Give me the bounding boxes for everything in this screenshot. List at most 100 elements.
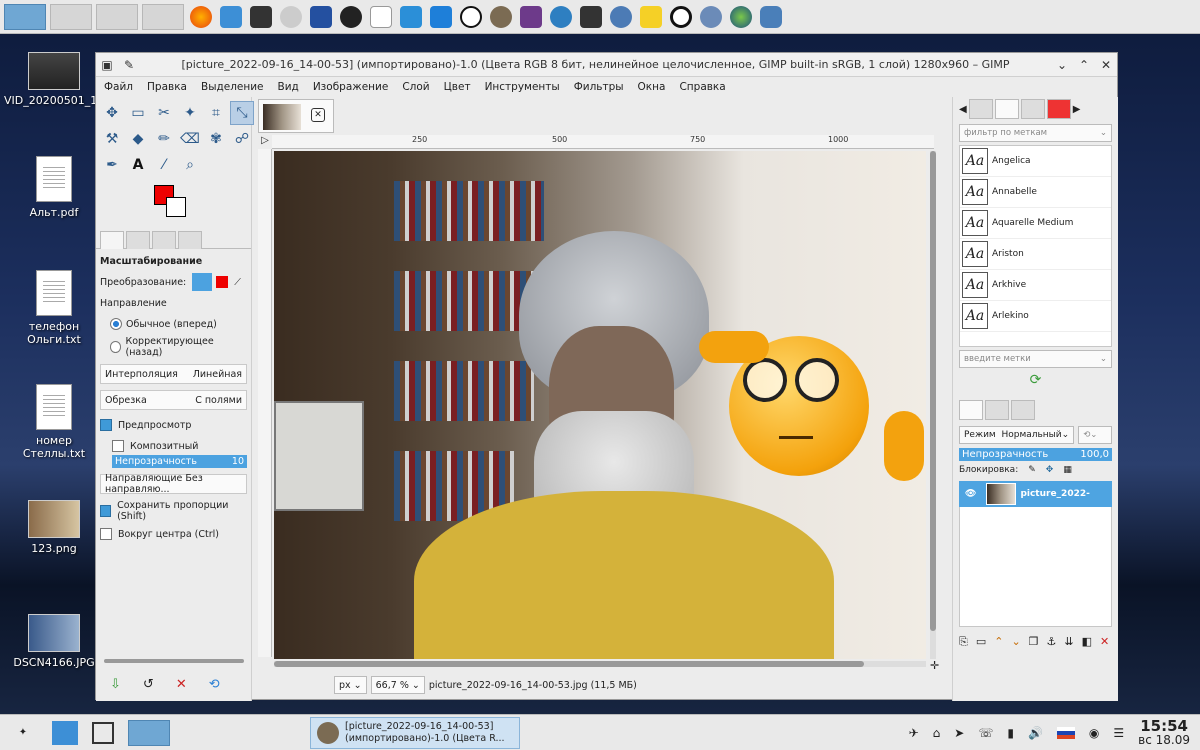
- background-color-swatch[interactable]: [166, 197, 186, 217]
- start-menu-button[interactable]: ✦: [4, 718, 42, 748]
- tab-patterns[interactable]: [1020, 99, 1045, 119]
- image-tab[interactable]: ✕: [258, 99, 334, 133]
- menu-windows[interactable]: Окна: [638, 81, 666, 93]
- menu-colors[interactable]: Цвет: [444, 81, 471, 93]
- audio-editor-icon[interactable]: [578, 4, 604, 30]
- show-desktop-icon[interactable]: [92, 721, 114, 744]
- merge-layer-icon[interactable]: ⇊: [1064, 635, 1073, 649]
- desktop-icon-png[interactable]: 123.png: [4, 500, 104, 555]
- color-picker-tool-icon[interactable]: ⁄: [152, 153, 176, 177]
- delete-layer-icon[interactable]: ✕: [1100, 635, 1109, 649]
- layer-visibility-icon[interactable]: 👁: [965, 489, 976, 499]
- text-document-icon[interactable]: [368, 4, 394, 30]
- desktop-icon-txt-olga[interactable]: телефон Ольги.txt: [4, 270, 104, 346]
- desktop-icon-jpg[interactable]: DSCN4166.JPG: [4, 614, 104, 669]
- layer-opacity-slider[interactable]: Непрозрачность 100,0: [959, 448, 1112, 461]
- tab-channels[interactable]: [985, 400, 1009, 420]
- a-app-icon[interactable]: [668, 4, 694, 30]
- menu-file[interactable]: Файл: [104, 81, 133, 93]
- video-editor-icon[interactable]: [308, 4, 334, 30]
- toolbox-scrollbar[interactable]: [104, 659, 244, 663]
- tab-gradients[interactable]: [1046, 99, 1071, 119]
- notes-icon[interactable]: [638, 4, 664, 30]
- font-item[interactable]: Aa Ariston: [960, 239, 1111, 270]
- workspace-switcher[interactable]: [128, 719, 170, 746]
- horizontal-scroll-thumb[interactable]: [274, 661, 864, 667]
- direction-corrective-radio[interactable]: Корректирующее (назад): [110, 336, 247, 358]
- layer-mask-icon[interactable]: ◧: [1082, 635, 1092, 649]
- unit-select[interactable]: px ⌄: [334, 676, 367, 694]
- paintbrush-tool-icon[interactable]: ✏: [152, 127, 176, 151]
- file-manager-icon[interactable]: [52, 720, 78, 745]
- layers-list-area[interactable]: [959, 507, 1112, 627]
- close-button[interactable]: ✕: [1095, 58, 1117, 72]
- guides-select[interactable]: Направляющие Без направляю...: [100, 473, 247, 495]
- menu-select[interactable]: Выделение: [201, 81, 264, 93]
- vertical-scroll-thumb[interactable]: [930, 151, 936, 631]
- warp-tool-icon[interactable]: ⚒: [100, 127, 124, 151]
- zoom-select[interactable]: 66,7 % ⌄: [370, 676, 425, 694]
- disc-burner-icon[interactable]: [608, 4, 634, 30]
- paths-tool-icon[interactable]: ✒: [100, 153, 124, 177]
- menu-help[interactable]: Справка: [679, 81, 725, 93]
- tab-tool-options[interactable]: [100, 231, 124, 249]
- telegram-icon[interactable]: ➤: [954, 726, 964, 740]
- anchor-layer-icon[interactable]: ⚓: [1047, 635, 1057, 649]
- tab-fonts[interactable]: [994, 99, 1019, 119]
- window-titlebar[interactable]: ▣ ✎ [picture_2022-09-16_14-00-53] (импор…: [96, 53, 1117, 77]
- headphones-icon[interactable]: [548, 4, 574, 30]
- battery-icon[interactable]: ▮: [1007, 726, 1014, 740]
- globe-icon[interactable]: [728, 4, 754, 30]
- new-layer-icon[interactable]: ⎘: [959, 635, 968, 649]
- menu-layer[interactable]: Слой: [402, 81, 429, 93]
- text-tool-icon[interactable]: A: [126, 153, 150, 177]
- menu-tools[interactable]: Инструменты: [485, 81, 560, 93]
- screen-recorder-icon[interactable]: [518, 4, 544, 30]
- wifi-icon[interactable]: ◉: [1089, 726, 1099, 740]
- tab-images[interactable]: [152, 231, 176, 249]
- save-options-icon[interactable]: ⇩: [110, 677, 121, 692]
- delete-options-icon[interactable]: ✕: [176, 677, 187, 692]
- scale-tool-icon[interactable]: ⤡: [230, 101, 254, 125]
- smudge-tool-icon[interactable]: ☍: [230, 127, 254, 151]
- skype-icon[interactable]: ☏: [978, 726, 993, 740]
- lock-position-icon[interactable]: ✥: [1046, 465, 1054, 475]
- menu-image[interactable]: Изображение: [313, 81, 389, 93]
- move-tool-icon[interactable]: ✥: [100, 101, 124, 125]
- media-player-icon[interactable]: [338, 4, 364, 30]
- transform-layer-button[interactable]: [192, 273, 213, 291]
- font-tag-filter[interactable]: фильтр по меткам ⌄: [959, 124, 1112, 142]
- restore-options-icon[interactable]: ↺: [143, 677, 154, 692]
- app-menu-icon[interactable]: ▣: [96, 58, 118, 72]
- tabs-scroll-left-icon[interactable]: ◀: [959, 104, 967, 115]
- menu-edit[interactable]: Правка: [147, 81, 187, 93]
- font-item[interactable]: Aa Annabelle: [960, 177, 1111, 208]
- image-canvas[interactable]: [274, 151, 926, 659]
- p-app-icon[interactable]: [758, 4, 784, 30]
- desktop-icon-txt-stella[interactable]: номер Стеллы.txt: [4, 384, 104, 460]
- composite-checkbox[interactable]: Композитный: [112, 437, 247, 455]
- clipping-select[interactable]: Обрезка С полями: [100, 390, 247, 410]
- preview-checkbox[interactable]: Предпросмотр: [100, 416, 247, 434]
- rect-select-tool-icon[interactable]: ▭: [126, 101, 150, 125]
- horizontal-scrollbar[interactable]: [274, 661, 926, 667]
- pin-icon[interactable]: ✎: [118, 58, 140, 72]
- desktop-icon-video[interactable]: VID_20200501_142847.mp4: [4, 52, 160, 107]
- lock-alpha-icon[interactable]: ▦: [1063, 465, 1072, 475]
- lock-pixels-icon[interactable]: ✎: [1028, 465, 1036, 475]
- minimize-button[interactable]: ⌄: [1051, 58, 1073, 72]
- font-item[interactable]: Aa Aquarelle Medium: [960, 208, 1111, 239]
- fuzzy-select-tool-icon[interactable]: ✦: [178, 101, 202, 125]
- duplicate-layer-icon[interactable]: ❐: [1029, 635, 1039, 649]
- reset-options-icon[interactable]: ⟲: [209, 677, 220, 692]
- menu-view[interactable]: Вид: [278, 81, 299, 93]
- maximize-button[interactable]: ⌃: [1073, 58, 1095, 72]
- vertical-scrollbar[interactable]: [930, 151, 936, 659]
- firefox-icon[interactable]: [188, 4, 214, 30]
- bucket-fill-tool-icon[interactable]: ◆: [126, 127, 150, 151]
- interpolation-select[interactable]: Интерполяция Линейная: [100, 364, 247, 384]
- tabs-scroll-right-icon[interactable]: ▶: [1073, 104, 1081, 115]
- keyboard-layout-ru-icon[interactable]: [1056, 726, 1075, 739]
- around-center-checkbox[interactable]: Вокруг центра (Ctrl): [100, 525, 247, 543]
- updates-icon[interactable]: ✈: [909, 726, 919, 740]
